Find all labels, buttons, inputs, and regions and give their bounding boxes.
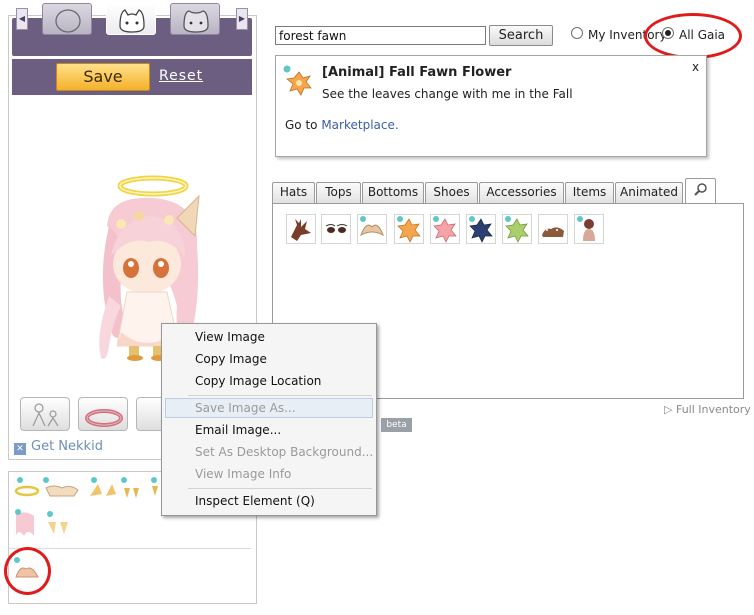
pose-thumb-3[interactable] (170, 3, 220, 35)
menu-separator (188, 395, 372, 396)
figure-icon (32, 403, 59, 427)
antler-icon (291, 219, 311, 241)
search-button[interactable]: Search (489, 25, 553, 46)
tab-accessories[interactable]: Accessories (479, 182, 564, 203)
ears-icon (360, 216, 384, 237)
get-nekkid-link[interactable]: ✕ Get Nekkid (14, 439, 103, 455)
goto-prefix: Go to (285, 118, 322, 132)
fall-flower-icon (283, 65, 312, 96)
pose-thumb-2[interactable] (106, 3, 156, 35)
result-item-ears[interactable] (357, 214, 387, 244)
annotation-circle-all-gaia (644, 13, 742, 59)
eyes-icon (325, 224, 348, 233)
get-nekkid-label: Get Nekkid (31, 439, 103, 454)
tab-hats[interactable]: Hats (272, 182, 315, 203)
menu-separator (188, 488, 372, 489)
pose-next-arrow[interactable]: ▶ (236, 8, 248, 30)
result-item-eyes[interactable] (321, 214, 351, 244)
result-item-flower-navy[interactable] (466, 214, 496, 244)
beta-badge: beta (381, 418, 412, 432)
tab-animated[interactable]: Animated (615, 182, 683, 203)
menu-view-image-info[interactable]: View Image Info (195, 467, 291, 481)
result-item-fawn-plush[interactable] (574, 214, 604, 244)
bear-face-icon (183, 10, 209, 33)
rotate-button[interactable] (78, 397, 128, 431)
menu-view-image[interactable]: View Image (195, 330, 265, 344)
magnifier-icon (694, 183, 707, 196)
reset-link[interactable]: Reset (159, 68, 203, 84)
flower-navy-icon (469, 216, 493, 243)
menu-copy-image-location[interactable]: Copy Image Location (195, 374, 321, 388)
result-item-flower-orange[interactable] (394, 214, 424, 244)
pose-thumb-1[interactable] (42, 3, 92, 35)
menu-copy-image[interactable]: Copy Image (195, 352, 267, 366)
item-title: [Animal] Fall Fawn Flower (322, 65, 512, 80)
pose-prev-arrow[interactable]: ◀ (16, 8, 28, 30)
save-button[interactable]: Save (56, 63, 150, 91)
worn-divider (9, 548, 251, 549)
tab-items[interactable]: Items (565, 182, 614, 203)
head-outline-icon (55, 9, 81, 33)
rotate-ring-icon (85, 409, 123, 427)
tab-bottoms[interactable]: Bottoms (362, 182, 424, 203)
play-arrow-icon: ▷ (664, 403, 676, 416)
worn-items-row-1[interactable] (12, 476, 162, 502)
goto-marketplace: Go to Marketplace. (285, 118, 399, 132)
worn-items-row-2[interactable] (12, 508, 82, 540)
result-item-flower-pink[interactable] (430, 214, 460, 244)
flower-orange-icon (397, 216, 421, 243)
result-item-fawn[interactable] (538, 214, 568, 244)
search-input[interactable] (275, 26, 486, 45)
radio-my-inventory[interactable] (571, 27, 583, 39)
menu-save-image-as[interactable]: Save Image As... (195, 401, 296, 415)
fawn-icon (542, 227, 564, 237)
menu-email-image[interactable]: Email Image... (195, 423, 281, 437)
plush-icon (577, 216, 595, 241)
full-inventory-link[interactable]: ▷ Full Inventory (664, 403, 751, 416)
flower-green-icon (505, 216, 529, 243)
annotation-circle-worn-item (4, 547, 51, 595)
marketplace-link[interactable]: Marketplace. (321, 118, 398, 132)
menu-inspect-element[interactable]: Inspect Element (Q) (195, 494, 315, 508)
tab-tops[interactable]: Tops (316, 182, 361, 203)
flower-pink-icon (433, 216, 457, 243)
cat-face-icon (119, 9, 145, 33)
result-item-flower-green[interactable] (502, 214, 532, 244)
full-inventory-label: Full Inventory (675, 403, 751, 416)
result-item-antlers[interactable] (286, 214, 316, 244)
info-close-button[interactable]: x (692, 60, 699, 74)
menu-set-desktop-background[interactable]: Set As Desktop Background... (195, 445, 373, 459)
tab-shoes[interactable]: Shoes (425, 182, 478, 203)
view-toggle-button[interactable] (20, 397, 70, 431)
tab-search[interactable] (685, 178, 716, 204)
item-description: See the leaves change with me in the Fal… (322, 87, 573, 101)
x-box-icon: ✕ (14, 443, 26, 455)
